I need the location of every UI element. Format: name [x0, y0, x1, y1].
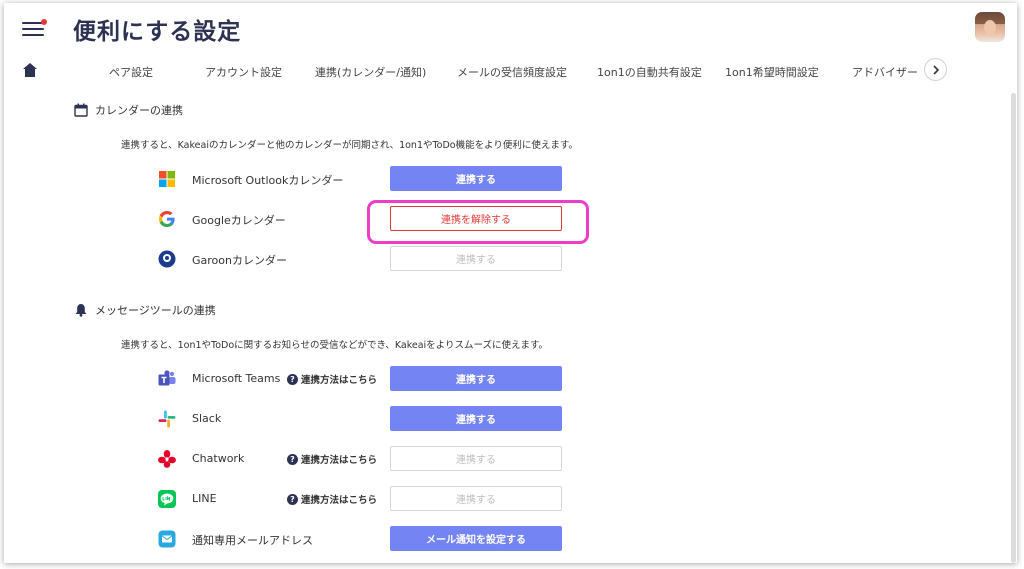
tab-mail-frequency[interactable]: メールの受信頻度設定	[457, 64, 567, 80]
question-icon: ?	[287, 373, 298, 385]
page-title: 便利にする設定	[73, 19, 242, 45]
message-row-mail: 通知専用メールアドレス メール通知を設定する	[157, 526, 577, 552]
message-section-title: メッセージツールの連携	[95, 304, 216, 317]
chatwork-connect-button[interactable]: 連携する	[390, 446, 562, 471]
teams-connect-button[interactable]: 連携する	[390, 366, 562, 391]
tab-1on1-time[interactable]: 1on1希望時間設定	[725, 64, 819, 80]
tab-integration[interactable]: 連携(カレンダー/通知)	[315, 64, 426, 80]
service-name: LINE	[192, 492, 217, 505]
tab-advisor[interactable]: アドバイザー	[852, 64, 918, 80]
chevron-right-icon	[932, 64, 939, 75]
microsoft-icon	[159, 171, 175, 187]
mail-icon	[158, 530, 176, 548]
question-icon: ?	[287, 453, 298, 465]
service-name: Garoonカレンダー	[192, 254, 287, 267]
service-name: Googleカレンダー	[192, 214, 286, 227]
calendar-row-outlook: Microsoft Outlookカレンダー 連携する	[157, 166, 577, 192]
service-name: Chatwork	[192, 452, 245, 465]
line-help-link[interactable]: ? 連携方法はこちら	[287, 492, 377, 506]
avatar[interactable]	[975, 12, 1005, 42]
service-name: Slack	[192, 412, 222, 425]
chatwork-help-link[interactable]: ? 連携方法はこちら	[287, 452, 377, 466]
slack-connect-button[interactable]: 連携する	[390, 406, 562, 431]
help-label: 連携方法はこちら	[301, 495, 378, 506]
service-name: Microsoft Teams	[192, 372, 281, 385]
chatwork-icon	[158, 450, 176, 468]
tab-account[interactable]: アカウント設定	[205, 64, 282, 80]
settings-tabs: ペア設定 アカウント設定 連携(カレンダー/通知) メールの受信頻度設定 1on…	[89, 58, 949, 88]
calendar-row-garoon: Garoonカレンダー 連携する	[157, 246, 577, 272]
bell-icon	[75, 304, 87, 317]
message-row-slack: Slack 連携する	[157, 406, 577, 432]
line-connect-button[interactable]: 連携する	[390, 486, 562, 511]
service-name: Microsoft Outlookカレンダー	[192, 174, 344, 187]
question-icon: ?	[287, 493, 298, 505]
teams-icon	[158, 370, 176, 386]
home-icon[interactable]	[22, 62, 38, 78]
message-row-chatwork: Chatwork ? 連携方法はこちら 連携する	[157, 446, 577, 472]
calendar-section-description: 連携すると、Kakeaiのカレンダーと他のカレンダーが同期され、1on1やToD…	[121, 140, 578, 151]
teams-help-link[interactable]: ? 連携方法はこちら	[287, 372, 377, 386]
message-section-description: 連携すると、1on1やToDoに関するお知らせの受信などができ、Kakeaiをよ…	[121, 340, 549, 351]
google-icon	[159, 211, 175, 227]
outlook-connect-button[interactable]: 連携する	[390, 166, 562, 191]
tab-pair[interactable]: ペア設定	[109, 64, 153, 80]
garoon-connect-button[interactable]: 連携する	[390, 246, 562, 271]
calendar-section-heading: カレンダーの連携	[74, 102, 183, 118]
app-window: 便利にする設定 ペア設定 アカウント設定 連携(カレンダー/通知) メールの受信…	[4, 3, 1017, 563]
google-disconnect-button[interactable]: 連携を解除する	[390, 206, 562, 231]
slack-icon	[158, 410, 176, 428]
garoon-icon	[158, 250, 176, 268]
calendar-row-google: Googleカレンダー 連携を解除する	[157, 206, 577, 232]
scrollbar[interactable]	[1011, 93, 1016, 563]
service-name: 通知専用メールアドレス	[192, 534, 313, 547]
notification-dot	[41, 19, 47, 25]
tabs-next-button[interactable]	[924, 58, 947, 81]
message-section-heading: メッセージツールの連携	[74, 302, 216, 318]
menu-icon[interactable]	[22, 19, 47, 40]
mail-notification-button[interactable]: メール通知を設定する	[390, 526, 562, 551]
help-label: 連携方法はこちら	[301, 375, 378, 386]
line-icon	[158, 490, 176, 508]
help-label: 連携方法はこちら	[301, 455, 378, 466]
message-row-teams: Microsoft Teams ? 連携方法はこちら 連携する	[157, 366, 577, 392]
tab-1on1-auto-share[interactable]: 1on1の自動共有設定	[597, 64, 702, 80]
calendar-section-title: カレンダーの連携	[95, 104, 183, 117]
calendar-icon	[74, 103, 88, 117]
message-row-line: LINE ? 連携方法はこちら 連携する	[157, 486, 577, 512]
